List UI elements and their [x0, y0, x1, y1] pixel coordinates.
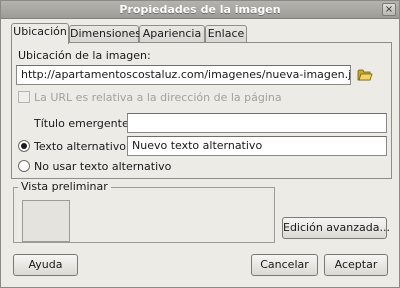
alt-text-label: Texto alternativo: [34, 140, 130, 153]
relative-url-label: La URL es relativa a la dirección de la … [34, 91, 282, 104]
alt-text-input[interactable]: Nuevo texto alternativo [127, 136, 387, 156]
preview-title: Vista preliminar [18, 180, 111, 193]
tab-dimensiones[interactable]: Dimensiones [69, 25, 141, 43]
image-url-input[interactable]: http://apartamentoscostaluz.com/imagenes… [16, 65, 351, 85]
tab-ubicacion[interactable]: Ubicación [11, 23, 69, 44]
no-alt-text-label: No usar texto alternativo [34, 160, 172, 173]
advanced-edit-button[interactable]: Edición avanzada... [282, 217, 390, 239]
help-button[interactable]: Ayuda [13, 254, 78, 276]
window-title: Propiedades de la imagen [119, 3, 281, 16]
tooltip-label: Título emergente: [34, 117, 133, 130]
no-alt-text-radio[interactable] [18, 160, 30, 172]
relative-url-checkbox[interactable] [18, 91, 30, 103]
dialog-window: Propiedades de la imagen × Ubicación Dim… [0, 0, 400, 288]
image-preview [22, 200, 70, 242]
image-location-label: Ubicación de la imagen: [18, 49, 151, 62]
cancel-button[interactable]: Cancelar [251, 254, 318, 276]
tab-enlace[interactable]: Enlace [205, 25, 247, 43]
close-icon: × [384, 4, 394, 15]
accept-button[interactable]: Aceptar [324, 254, 388, 276]
close-button[interactable]: × [382, 3, 396, 16]
tab-apariencia[interactable]: Apariencia [139, 25, 205, 43]
folder-open-icon[interactable] [357, 68, 373, 82]
alt-text-radio[interactable] [18, 140, 30, 152]
tooltip-input[interactable] [127, 113, 387, 133]
tab-panel-ubicacion [11, 42, 392, 179]
title-bar[interactable]: Propiedades de la imagen × [1, 1, 399, 19]
